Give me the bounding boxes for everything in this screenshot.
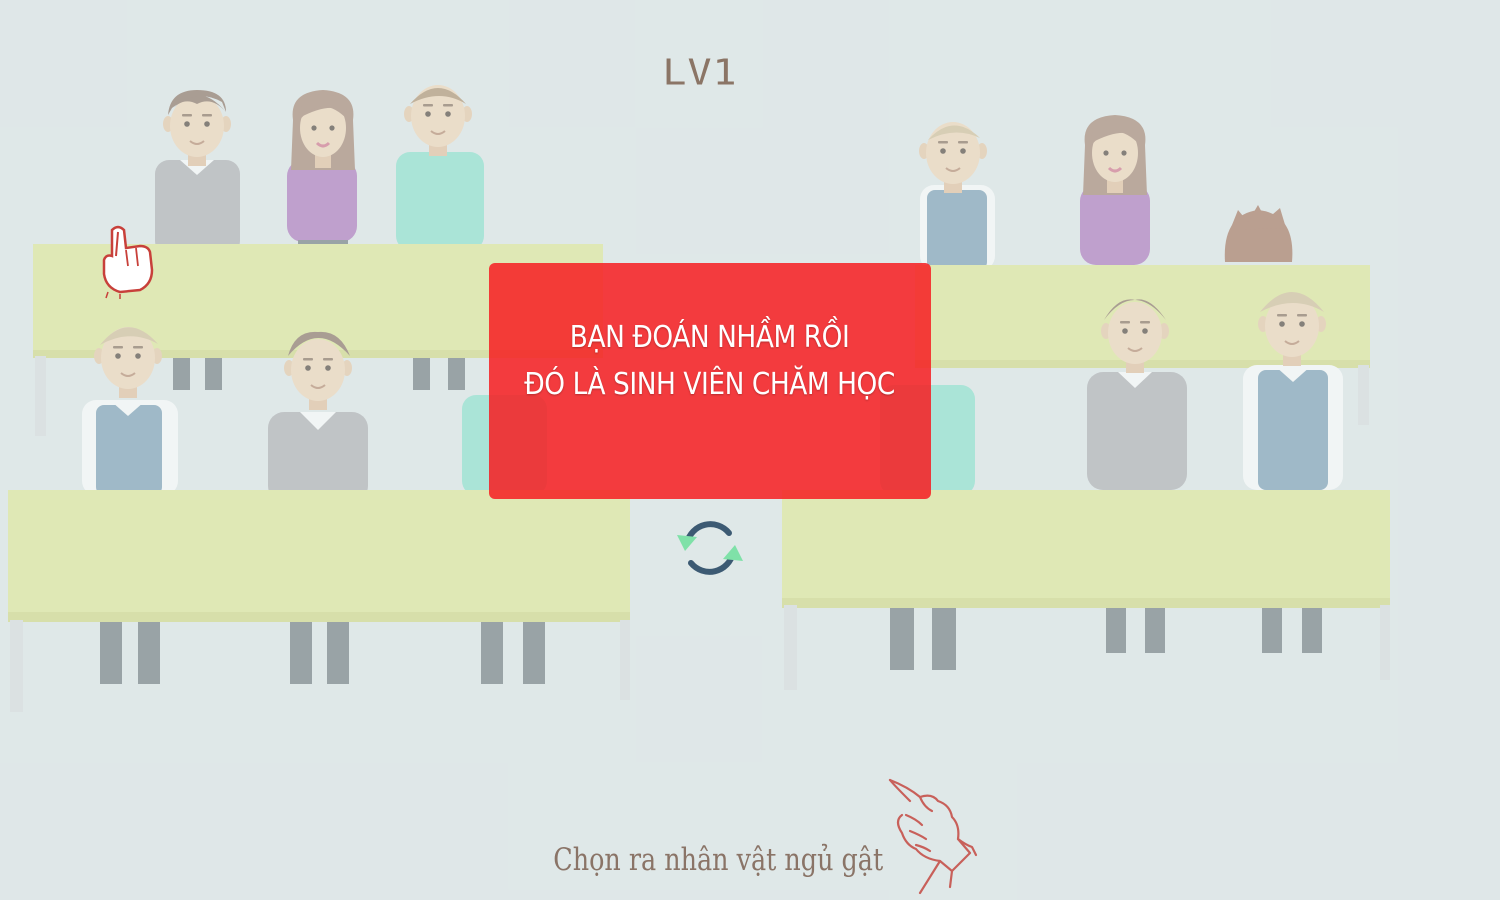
result-message: BẠN ĐOÁN NHẦM RỒI ĐÓ LÀ SINH VIÊN CHĂM H… (499, 314, 920, 408)
pointer-hand-icon (102, 225, 154, 299)
hint-hand-icon (888, 778, 978, 895)
result-line-2: ĐÓ LÀ SINH VIÊN CHĂM HỌC (524, 367, 896, 402)
result-line-1: BẠN ĐOÁN NHẦM RỒI (570, 320, 850, 355)
refresh-icon (677, 521, 743, 575)
instruction-text: Chọn ra nhân vật ngủ gật (553, 842, 884, 878)
level-indicator: LV1 (662, 52, 738, 94)
replay-button[interactable] (675, 515, 745, 581)
result-popup: BẠN ĐOÁN NHẦM RỒI ĐÓ LÀ SINH VIÊN CHĂM H… (489, 263, 931, 499)
